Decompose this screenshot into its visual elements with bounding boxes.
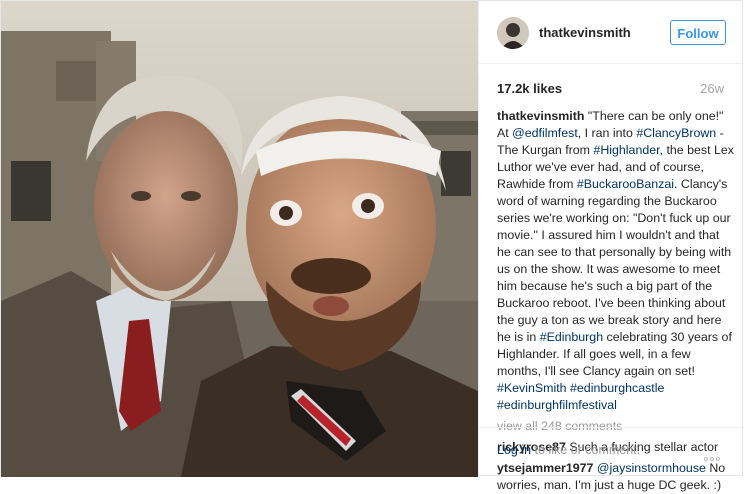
mention-link[interactable]: @edfilmfest xyxy=(512,126,578,140)
login-prompt-text: to like or comment. xyxy=(531,443,641,457)
selfie-image xyxy=(1,1,478,477)
post-sidebar: thatkevinsmith Follow 17.2k likes 26w th… xyxy=(478,1,744,492)
hashtag-link[interactable]: #BuckarooBanzai xyxy=(577,177,674,191)
caption-author[interactable]: thatkevinsmith xyxy=(497,109,584,123)
post-footer: Log in to like or comment. xyxy=(479,427,744,475)
caption: thatkevinsmith "There can be only one!" … xyxy=(497,108,735,414)
username[interactable]: thatkevinsmith xyxy=(539,25,631,40)
avatar[interactable] xyxy=(497,17,529,49)
likes-count[interactable]: 17.2k likes xyxy=(497,81,562,96)
hashtag-link[interactable]: #ClancyBrown xyxy=(636,126,716,140)
login-link[interactable]: Log in xyxy=(497,443,531,457)
login-prompt: Log in to like or comment. xyxy=(497,443,640,457)
ellipsis-icon[interactable] xyxy=(704,448,726,461)
instagram-post-embed: thatkevinsmith Follow 17.2k likes 26w th… xyxy=(0,0,744,492)
post-photo[interactable] xyxy=(1,1,478,477)
caption-text: , I ran into xyxy=(577,126,637,140)
hashtag-link[interactable]: #edinburghfilmfestival xyxy=(497,398,617,412)
caption-text: . Clancy's word of warning regarding the… xyxy=(497,177,732,344)
follow-button[interactable]: Follow xyxy=(670,20,726,45)
hashtag-link[interactable]: #KevinSmith xyxy=(497,381,567,395)
hashtag-link[interactable]: #edinburghcastle xyxy=(570,381,664,395)
hashtag-link[interactable]: #Highlander xyxy=(593,143,659,157)
post-age[interactable]: 26w xyxy=(700,81,724,96)
post-header: thatkevinsmith Follow xyxy=(479,1,744,64)
hashtag-link[interactable]: #Edinburgh xyxy=(540,330,603,344)
